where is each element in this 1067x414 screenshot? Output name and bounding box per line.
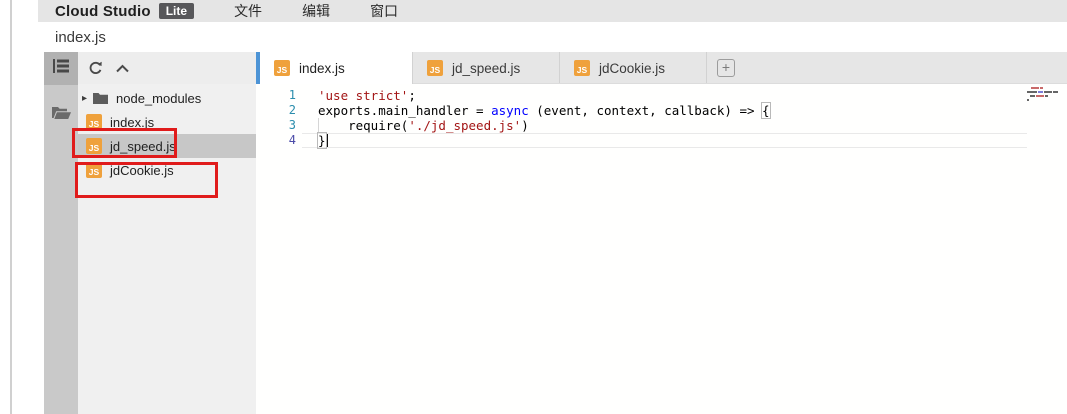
tab-label: index.js: [299, 61, 345, 76]
tree-item-node-modules[interactable]: ▸ node_modules: [78, 86, 256, 110]
js-file-icon: JS: [274, 60, 290, 76]
editor-group: JS index.js JS jd_speed.js JS jdCookie.j…: [256, 52, 1067, 414]
line-number: 1: [256, 88, 302, 103]
breadcrumb: index.js: [38, 22, 1067, 52]
line-number-active: 4: [256, 133, 302, 148]
chevron-right-icon[interactable]: ▸: [82, 93, 92, 104]
line-number-gutter: 1 2 3 4: [256, 84, 302, 414]
tab-jdcookie-js[interactable]: JS jdCookie.js: [560, 52, 707, 84]
code-token: (event, context, callback) =>: [529, 103, 762, 118]
file-explorer: ▸ node_modules JS index.js JS jd_speed.j…: [78, 52, 256, 414]
code-line-2: exports.main_handler = async (event, con…: [302, 103, 1067, 118]
page-left-divider: [10, 0, 12, 414]
new-tab-wrap: +: [717, 52, 735, 84]
menu-edit[interactable]: 编辑: [302, 1, 330, 21]
lite-badge: Lite: [159, 3, 194, 19]
menu-file[interactable]: 文件: [234, 1, 262, 21]
screenshot-page: Cloud Studio Lite 文件 编辑 窗口 index.js: [0, 0, 1067, 414]
minimap-line: [1027, 95, 1060, 97]
breadcrumb-filename[interactable]: index.js: [55, 29, 106, 46]
collapse-all-icon[interactable]: [116, 64, 129, 73]
text-cursor: [327, 134, 329, 147]
cloud-studio-app: Cloud Studio Lite 文件 编辑 窗口 index.js: [38, 0, 1067, 414]
code-token: require(: [318, 118, 408, 133]
list-tree-icon: [53, 59, 69, 78]
open-folder-button[interactable]: [44, 102, 78, 128]
refresh-icon[interactable]: [88, 61, 103, 76]
js-file-icon: JS: [427, 60, 443, 76]
explorer-view-button[interactable]: [44, 52, 78, 85]
minimap-line: [1027, 99, 1060, 101]
code-token: ): [521, 118, 529, 133]
code-editor[interactable]: 1 2 3 4 'use strict'; exports.main_handl…: [256, 84, 1067, 414]
code-line-1: 'use strict';: [302, 88, 1067, 103]
tab-index-js[interactable]: JS index.js: [260, 52, 413, 84]
tab-label: jdCookie.js: [599, 61, 665, 76]
code-token: ;: [408, 88, 416, 103]
line-number: 2: [256, 103, 302, 118]
code-token: 'use strict': [318, 88, 408, 103]
minimap[interactable]: [1027, 87, 1060, 103]
code-line-3: require('./jd_speed.js'): [302, 118, 1067, 133]
line-number: 3: [256, 118, 302, 133]
code-token: exports.main_handler =: [318, 103, 491, 118]
minimap-line: [1027, 91, 1060, 93]
tab-label: jd_speed.js: [452, 61, 520, 76]
indent-guide: [318, 118, 319, 133]
menu-window[interactable]: 窗口: [370, 1, 398, 21]
tab-jd-speed-js[interactable]: JS jd_speed.js: [413, 52, 560, 84]
tab-bar: JS index.js JS jd_speed.js JS jdCookie.j…: [256, 52, 1067, 84]
annotation-box-jdcookie: [75, 162, 218, 198]
tree-item-label: node_modules: [116, 91, 201, 106]
code-line-4: }: [302, 133, 1067, 148]
sidebar-resize-sash[interactable]: [256, 52, 260, 84]
workbench-body: ▸ node_modules JS index.js JS jd_speed.j…: [38, 52, 1067, 414]
js-file-icon: JS: [574, 60, 590, 76]
menu-bar: Cloud Studio Lite 文件 编辑 窗口: [38, 0, 1067, 22]
open-folder-icon: [52, 106, 71, 125]
explorer-toolbar: [78, 52, 256, 84]
folder-icon: [93, 92, 108, 104]
matched-bracket: }: [317, 132, 327, 149]
code-area[interactable]: 'use strict'; exports.main_handler = asy…: [302, 84, 1067, 414]
code-token: async: [491, 103, 529, 118]
app-logo: Cloud Studio: [55, 3, 151, 20]
minimap-line: [1027, 87, 1060, 89]
new-tab-button[interactable]: +: [717, 59, 735, 77]
matched-bracket: {: [761, 102, 771, 119]
code-token: './jd_speed.js': [408, 118, 521, 133]
activity-bar: [44, 52, 78, 414]
annotation-box-jd-speed: [72, 128, 177, 158]
